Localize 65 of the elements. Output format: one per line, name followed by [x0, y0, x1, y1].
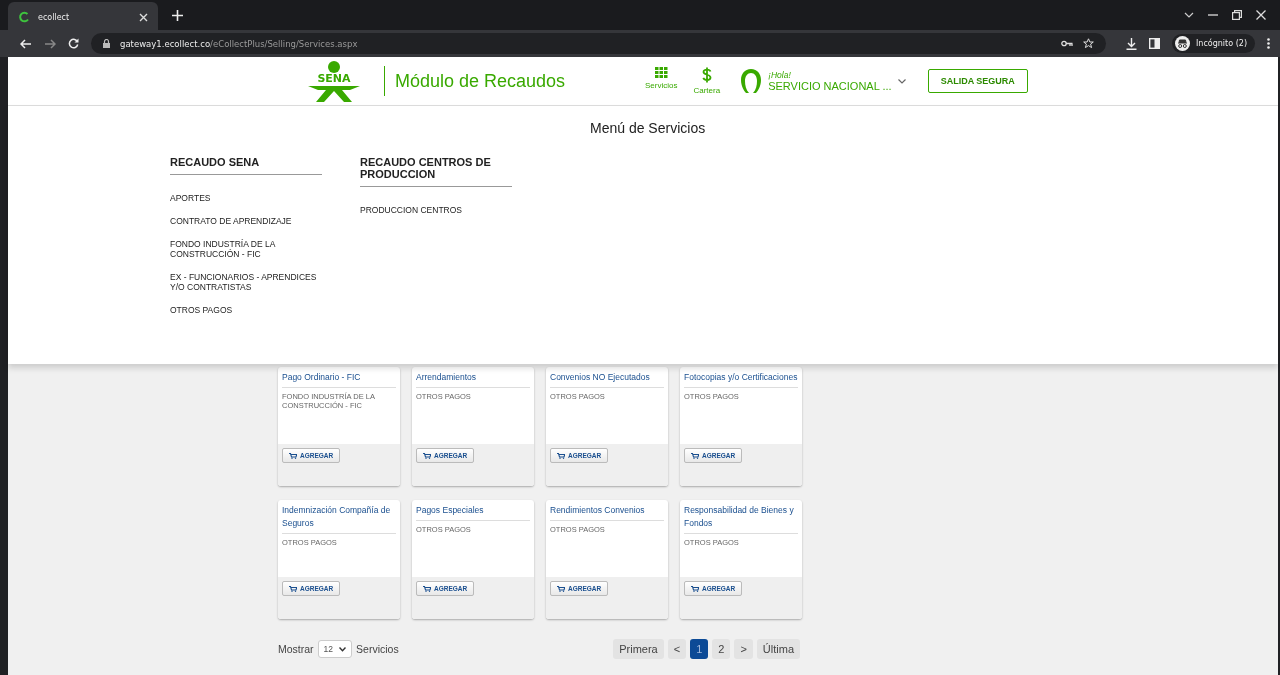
sena-logo: SENA	[304, 60, 364, 102]
page-size-select[interactable]: 12	[317, 640, 353, 658]
tab-title: ecollect	[38, 12, 71, 22]
service-title[interactable]: Pagos Especiales	[416, 504, 530, 521]
avatar-icon	[740, 68, 763, 94]
service-title[interactable]: Pago Ordinario - FIC	[282, 371, 396, 388]
menu-item[interactable]: OTROS PAGOS	[170, 305, 330, 315]
profile-button[interactable]: Incógnito (2)	[1172, 34, 1255, 53]
service-title[interactable]: Arrendamientos	[416, 371, 530, 388]
pagination-button[interactable]: Primera	[613, 639, 664, 659]
pagination-button[interactable]: 1	[690, 639, 709, 659]
pagination-button[interactable]: <	[667, 639, 687, 659]
dollar-icon	[701, 67, 712, 83]
logo-figure-icon	[306, 83, 362, 102]
key-icon[interactable]	[1061, 40, 1073, 47]
cart-icon	[691, 452, 699, 459]
reload-icon[interactable]	[68, 38, 79, 49]
service-title[interactable]: Rendimientos Convenios	[550, 504, 664, 521]
pagination-button[interactable]: 2	[712, 639, 731, 659]
menu-heading: RECAUDO CENTROS DE PRODUCCION	[360, 156, 512, 187]
download-icon[interactable]	[1126, 37, 1137, 50]
address-bar[interactable]: gateway1.ecollect.co/eCollectPlus/Selling/Services.aspx	[91, 33, 1106, 54]
browser-tab[interactable]: ecollect	[8, 2, 158, 32]
service-title[interactable]: Fotocopias y/o Certificaciones	[684, 371, 798, 388]
service-title[interactable]: Indemnización Compañía de Seguros	[282, 504, 396, 534]
star-icon[interactable]	[1083, 38, 1094, 49]
new-tab-icon[interactable]	[172, 9, 183, 21]
cart-icon	[423, 585, 431, 592]
close-icon[interactable]	[139, 12, 148, 22]
chevron-down-icon[interactable]	[897, 78, 906, 84]
menu-item[interactable]: EX - FUNCIONARIOS - APRENDICES Y/O CONTRATISTAS	[170, 272, 330, 292]
menu-item[interactable]: CONTRATO DE APRENDIZAJE	[170, 216, 330, 226]
tab-logo-icon	[18, 11, 30, 23]
module-title: Módulo de Recaudos	[395, 70, 567, 92]
cart-icon	[691, 585, 699, 592]
url-text: gateway1.ecollect.co/eCollectPlus/Selling/Services.aspx	[120, 38, 358, 49]
greeting-text: ¡Hola!	[768, 70, 792, 80]
pagination-button[interactable]: >	[734, 639, 753, 659]
pagination-button[interactable]: Última	[756, 639, 800, 659]
lock-icon	[103, 39, 110, 48]
logout-button[interactable]: SALIDA SEGURA	[927, 69, 1028, 93]
incognito-icon	[1175, 36, 1190, 51]
cart-icon	[557, 452, 565, 459]
show-label: Mostrar	[278, 643, 314, 655]
restore-icon[interactable]	[1232, 10, 1242, 20]
forward-arrow-icon[interactable]	[44, 38, 56, 49]
back-arrow-icon[interactable]	[20, 38, 32, 49]
services-label: Servicios	[356, 643, 399, 655]
chevron-down-icon	[339, 646, 347, 652]
menu-item[interactable]: PRODUCCION CENTROS	[360, 205, 520, 215]
grid-icon	[654, 67, 668, 78]
side-panel-icon[interactable]	[1149, 38, 1160, 49]
menu-item[interactable]: APORTES	[170, 193, 330, 203]
logo-dot-icon	[328, 60, 340, 73]
menu-item[interactable]: FONDO INDUSTRÍA DE LA CONSTRUCCIÓN - FIC	[170, 239, 330, 259]
service-title[interactable]: Responsabilidad de Bienes y Fondos	[684, 504, 798, 534]
cart-icon	[289, 452, 297, 459]
cart-icon	[557, 585, 565, 592]
more-vertical-icon[interactable]	[1267, 38, 1270, 49]
service-title[interactable]: Convenios NO Ejecutados	[550, 371, 664, 388]
close-icon[interactable]	[1256, 10, 1266, 20]
menu-heading: RECAUDO SENA	[170, 156, 322, 175]
cart-icon	[289, 585, 297, 592]
cart-icon	[423, 452, 431, 459]
menu-title: Menú de Servicios	[590, 120, 707, 136]
